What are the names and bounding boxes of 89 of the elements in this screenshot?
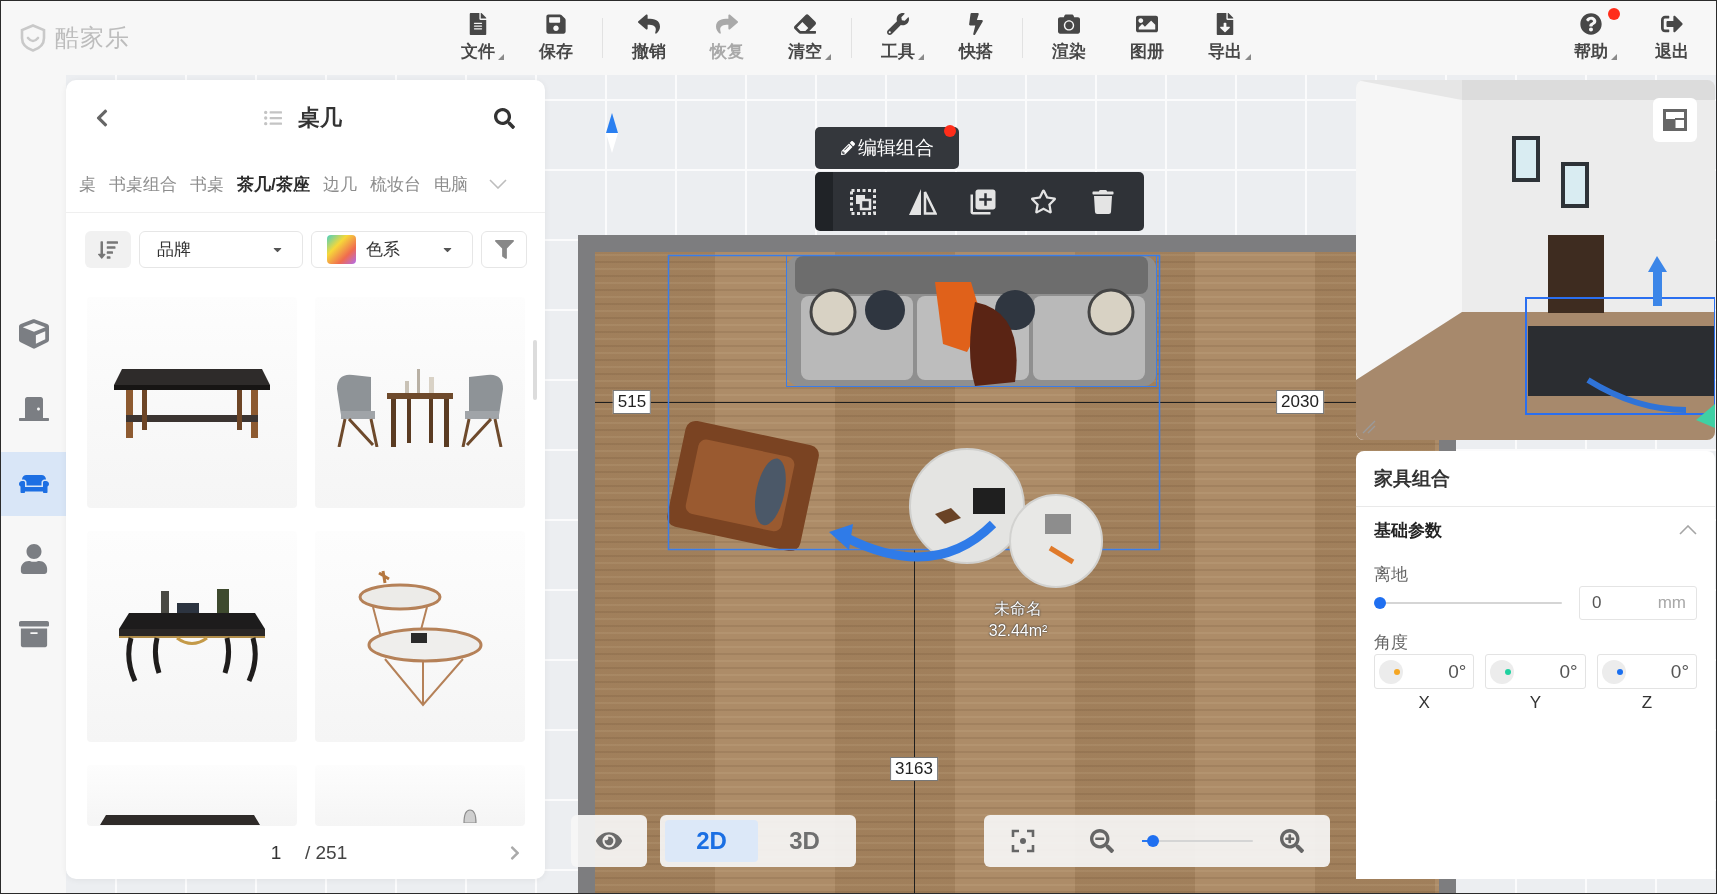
- angle-input[interactable]: 0°: [1485, 654, 1586, 689]
- dimension-label: 515: [612, 390, 652, 414]
- logo-icon: [20, 24, 46, 52]
- help-icon: [1580, 13, 1602, 35]
- toolbar-button[interactable]: 撤销: [610, 6, 688, 70]
- sort-icon: [97, 239, 118, 260]
- search-icon: [494, 107, 515, 129]
- cube-icon: [18, 319, 49, 349]
- download-file-icon: [1214, 13, 1236, 35]
- angle-dial-icon: [1379, 659, 1403, 684]
- toolbar-button[interactable]: 文件: [439, 6, 517, 70]
- fit-view-icon: [1011, 829, 1035, 853]
- angle-dial-icon: [1601, 659, 1626, 684]
- axis-label: Z: [1640, 692, 1653, 714]
- room-area: 32.44m²: [988, 622, 1048, 640]
- brand-select[interactable]: 品牌: [138, 231, 303, 268]
- eraser-icon: [794, 13, 816, 35]
- angle-input[interactable]: 0°: [1374, 654, 1475, 689]
- app-logo-text: 酷家乐: [55, 23, 130, 53]
- toolbar-button[interactable]: 快搭: [937, 6, 1015, 70]
- chevron-down-icon: [488, 179, 507, 189]
- angle-dial-icon: [1490, 659, 1515, 684]
- page-total: / 251: [305, 841, 348, 864]
- toolbar-button[interactable]: 图册: [1108, 6, 1186, 70]
- page-input[interactable]: 1: [256, 841, 296, 864]
- mirror-icon: [909, 188, 937, 215]
- chevron-up-icon: [1679, 525, 1697, 535]
- resize-handle-icon: [1362, 420, 1376, 434]
- view-toggle-button[interactable]: [1653, 98, 1697, 142]
- toolbar-button[interactable]: 退出: [1633, 6, 1711, 70]
- decor-top-drawing: [463, 809, 477, 823]
- slider-thumb[interactable]: [1374, 597, 1386, 609]
- zoom-in-button[interactable]: [1280, 829, 1304, 853]
- person-icon: [18, 544, 49, 574]
- zoom-out-icon: [1090, 829, 1114, 853]
- undo-icon: [638, 13, 660, 35]
- image-icon: [1136, 13, 1158, 35]
- edit-group-button[interactable]: 编辑组合: [815, 127, 959, 169]
- section-header[interactable]: 基础参数: [1356, 507, 1715, 553]
- list-icon: [264, 109, 282, 127]
- room-name: 未命名: [994, 598, 1042, 619]
- axis-label: X: [1417, 692, 1431, 714]
- compass-icon: [606, 113, 618, 153]
- zoom-in-icon: [1280, 829, 1304, 853]
- pencil-icon: [840, 141, 855, 155]
- properties-title: 家具组合: [1356, 451, 1715, 507]
- dimension-label: 2030: [1276, 390, 1324, 414]
- file-icon: [467, 13, 489, 35]
- view-mode-tab[interactable]: 2D: [665, 820, 758, 862]
- search-button[interactable]: [494, 107, 515, 129]
- elevation-slider[interactable]: [1374, 596, 1562, 610]
- scrollbar-thumb[interactable]: [533, 340, 537, 400]
- zoom-out-button[interactable]: [1090, 829, 1114, 853]
- drawer-cabinet-icon: [18, 619, 49, 649]
- view-mode-tab[interactable]: 3D: [758, 820, 851, 862]
- category-tab[interactable]: 边几: [322, 172, 357, 196]
- toolbar-button[interactable]: 工具: [859, 6, 937, 70]
- category-tab[interactable]: 茶几/茶座: [237, 172, 310, 196]
- dimension-label: 3163: [890, 757, 938, 781]
- logout-icon: [1661, 13, 1683, 35]
- toolbar-button[interactable]: 帮助: [1552, 6, 1630, 70]
- select-area-icon: [850, 188, 876, 215]
- filter-button[interactable]: [481, 231, 527, 268]
- fit-view-button[interactable]: [1011, 829, 1035, 853]
- toolbar-button[interactable]: 清空: [766, 6, 844, 70]
- field-label: 离地: [1374, 564, 1409, 586]
- catalog-title: 桌几: [298, 104, 342, 132]
- toolbar-button[interactable]: 渲染: [1030, 6, 1108, 70]
- trash-icon: [1091, 189, 1115, 214]
- toolbar-button[interactable]: 保存: [517, 6, 595, 70]
- star-icon: [1029, 188, 1057, 215]
- elevation-input[interactable]: 0 mm: [1579, 586, 1697, 620]
- sort-button[interactable]: [85, 231, 131, 268]
- filter-icon: [494, 240, 514, 259]
- door-icon: [18, 394, 49, 424]
- color-swatch-icon: [327, 235, 356, 264]
- wrench-icon: [887, 13, 909, 35]
- camera-icon: [1058, 13, 1080, 35]
- angle-input[interactable]: 0°: [1596, 654, 1697, 689]
- toolbar-button[interactable]: 导出: [1186, 6, 1264, 70]
- color-select[interactable]: 色系: [311, 231, 474, 268]
- rotate-arrow-icon: [829, 520, 997, 562]
- slider-thumb[interactable]: [1146, 835, 1159, 847]
- sidebar-item[interactable]: [1, 452, 66, 516]
- axis-label: Y: [1528, 692, 1543, 714]
- layout-icon: [1663, 109, 1687, 131]
- redo-icon: [716, 13, 738, 35]
- field-label: 角度: [1374, 632, 1409, 654]
- visibility-button[interactable]: [571, 815, 647, 867]
